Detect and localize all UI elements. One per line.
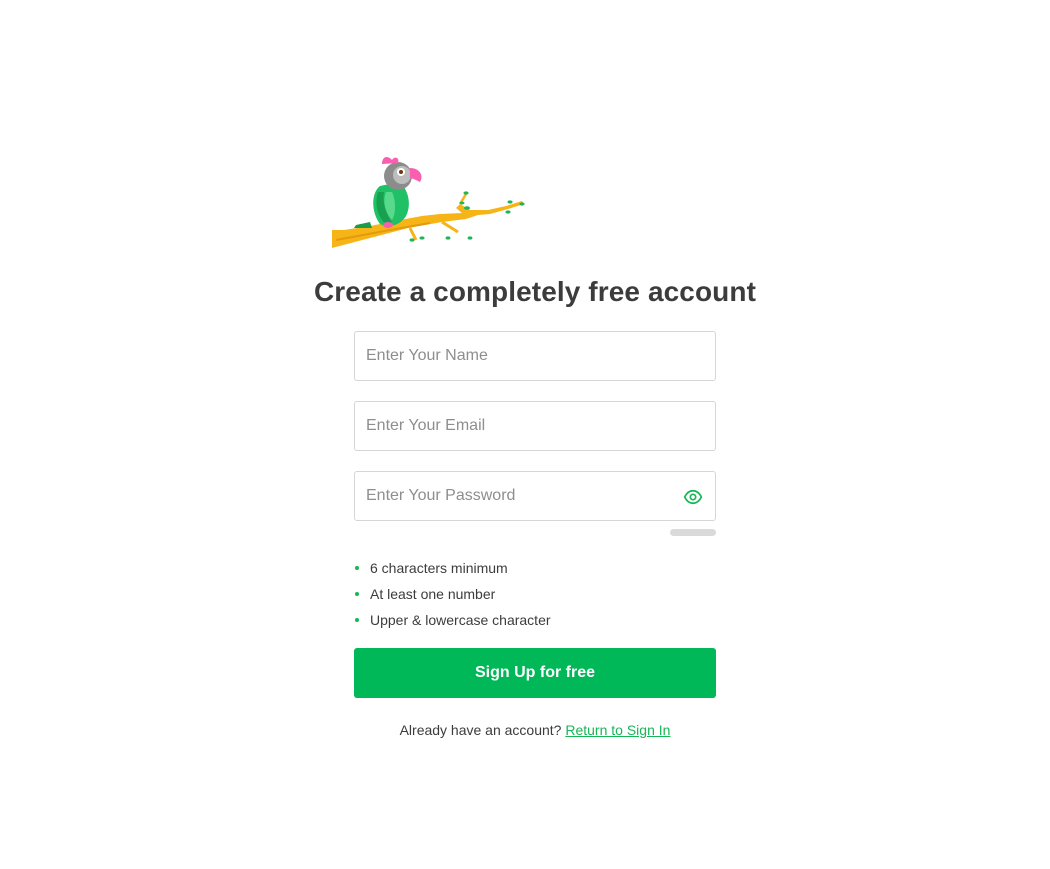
password-rule: At least one number	[354, 584, 551, 610]
password-rule: 6 characters minimum	[354, 558, 551, 584]
signin-prompt: Already have an account? Return to Sign …	[0, 722, 1050, 738]
password-rule-text: Upper & lowercase character	[370, 612, 551, 628]
password-rule-text: 6 characters minimum	[370, 560, 508, 576]
email-field[interactable]	[354, 401, 716, 451]
password-rule-text: At least one number	[370, 586, 496, 602]
parrot-logo	[332, 156, 525, 248]
password-strength-bar	[670, 529, 716, 536]
name-input[interactable]	[355, 332, 715, 380]
signup-page: Create a completely free account 6 chara…	[0, 0, 1050, 869]
password-rules: 6 characters minimum At least one number…	[354, 558, 551, 636]
bullet-icon	[355, 592, 359, 596]
name-field[interactable]	[354, 331, 716, 381]
password-rule: Upper & lowercase character	[354, 610, 551, 636]
email-input[interactable]	[355, 402, 715, 450]
bullet-icon	[355, 566, 359, 570]
signin-prompt-text: Already have an account?	[399, 722, 566, 738]
return-to-signin-link[interactable]: Return to Sign In	[565, 722, 670, 738]
page-title: Create a completely free account	[313, 276, 757, 307]
signup-button[interactable]: Sign Up for free	[354, 648, 716, 698]
eye-icon[interactable]	[683, 487, 703, 507]
bullet-icon	[355, 618, 359, 622]
password-input[interactable]	[355, 472, 715, 520]
password-field[interactable]	[354, 471, 716, 521]
